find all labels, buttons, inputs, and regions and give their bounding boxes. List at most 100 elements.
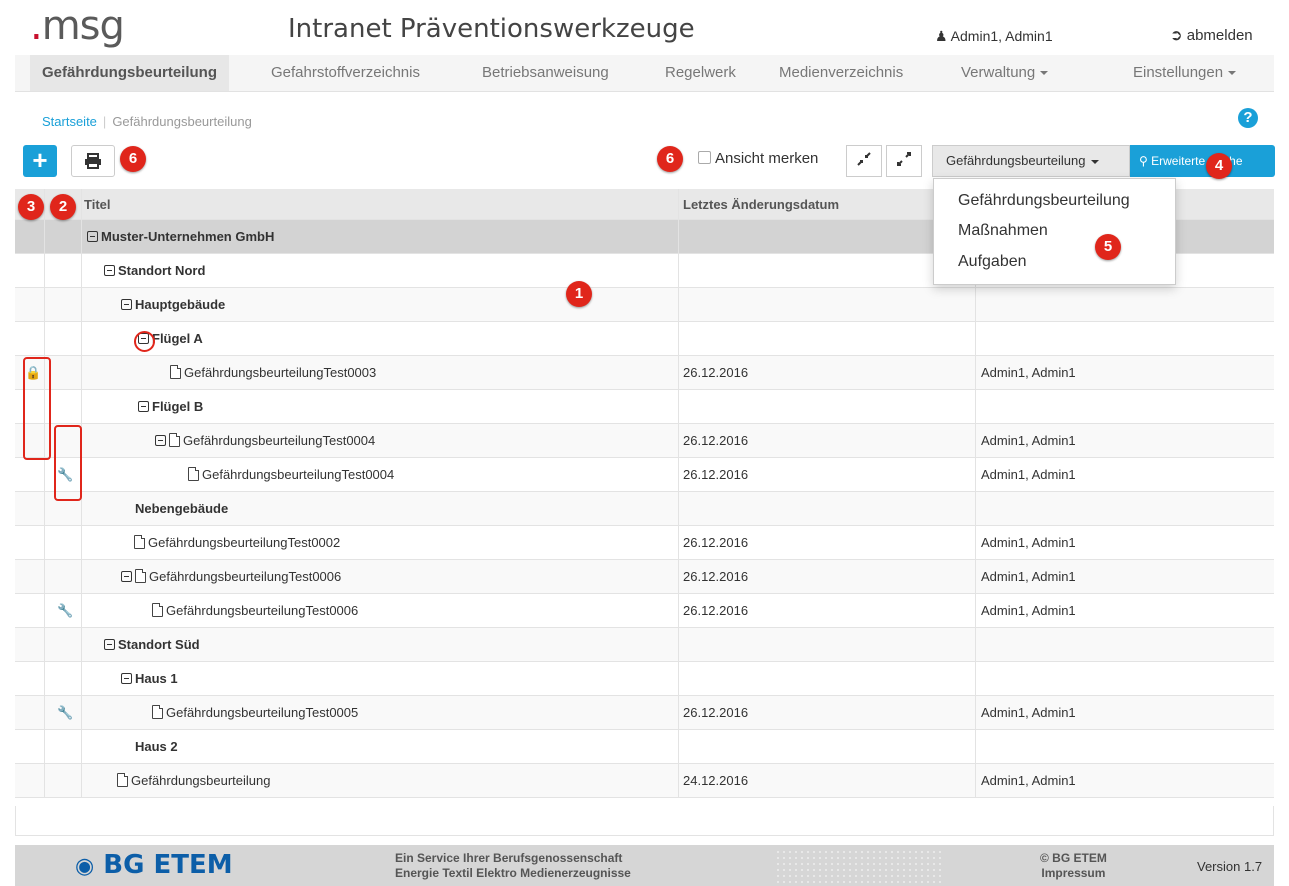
row-author: Admin1, Admin1 xyxy=(981,365,1076,380)
breadcrumb-current: Gefährdungsbeurteilung xyxy=(112,114,252,129)
row-date: 24.12.2016 xyxy=(683,773,749,788)
column-header-title[interactable]: Titel xyxy=(84,197,111,212)
checkbox-icon[interactable] xyxy=(698,151,711,164)
add-button[interactable]: + xyxy=(23,145,57,177)
view-type-dropdown: Gefährdungsbeurteilung Maßnahmen Aufgabe… xyxy=(933,178,1176,285)
collapse-icon[interactable] xyxy=(87,231,98,242)
table-row[interactable]: Gefährdungsbeurteilung 24.12.2016 Admin1… xyxy=(15,764,1274,798)
msg-logo: .msg xyxy=(30,3,125,49)
row-author: Admin1, Admin1 xyxy=(981,535,1076,550)
caret-down-icon xyxy=(1228,71,1237,76)
footer-copyright: © BG ETEM Impressum xyxy=(1040,851,1107,881)
row-date: 26.12.2016 xyxy=(683,467,749,482)
row-author: Admin1, Admin1 xyxy=(981,705,1076,720)
print-icon xyxy=(85,153,101,169)
expand-all-button[interactable] xyxy=(886,145,922,177)
view-type-select[interactable]: Gefährdungsbeurteilung xyxy=(932,145,1130,177)
table-row[interactable]: Haus 1 xyxy=(15,662,1274,696)
row-author: Admin1, Admin1 xyxy=(981,569,1076,584)
table-row[interactable]: 🔒 GefährdungsbeurteilungTest0003 26.12.2… xyxy=(15,356,1274,390)
user-icon: ♟ xyxy=(935,28,951,44)
current-user: ♟ Admin1, Admin1 xyxy=(935,28,1053,44)
footer: ◉ BG ETEM Ein Service Ihrer Berufsgenoss… xyxy=(15,845,1274,886)
file-icon xyxy=(152,603,163,617)
row-author: Admin1, Admin1 xyxy=(981,603,1076,618)
column-header-date[interactable]: Letztes Änderungsdatum xyxy=(683,197,839,212)
nav-verwaltung[interactable]: Verwaltung xyxy=(961,55,1049,91)
table-row[interactable]: 🔧 GefährdungsbeurteilungTest0005 26.12.2… xyxy=(15,696,1274,730)
collapse-icon[interactable] xyxy=(155,435,166,446)
file-icon xyxy=(134,535,145,549)
wrench-icon: 🔧 xyxy=(57,603,74,618)
table-row[interactable]: Hauptgebäude xyxy=(15,288,1274,322)
dropdown-option-gefaehrdungsbeurteilung[interactable]: Gefährdungsbeurteilung xyxy=(958,192,1130,210)
app-title: Intranet Präventionswerkzeuge xyxy=(288,14,695,44)
file-icon xyxy=(170,365,181,379)
collapse-icon[interactable] xyxy=(121,673,132,684)
annotation-ring xyxy=(134,331,155,352)
table-empty-row xyxy=(15,806,1274,836)
expand-icon xyxy=(897,152,911,166)
compress-icon xyxy=(857,152,871,166)
collapse-all-button[interactable] xyxy=(846,145,882,177)
nav-medienverzeichnis[interactable]: Medienverzeichnis xyxy=(779,55,903,91)
nav-betriebsanweisung[interactable]: Betriebsanweisung xyxy=(482,55,609,91)
caret-down-icon xyxy=(1090,159,1099,164)
callout-badge-6: 6 xyxy=(657,146,683,172)
row-date: 26.12.2016 xyxy=(683,365,749,380)
collapse-icon[interactable] xyxy=(121,299,132,310)
advanced-search-button[interactable]: ⚲ Erweiterte Suche xyxy=(1130,145,1275,177)
wrench-icon: 🔧 xyxy=(57,705,74,720)
table-row[interactable]: 🔧 GefährdungsbeurteilungTest0006 26.12.2… xyxy=(15,594,1274,628)
row-author: Admin1, Admin1 xyxy=(981,433,1076,448)
row-date: 26.12.2016 xyxy=(683,603,749,618)
collapse-icon[interactable] xyxy=(104,639,115,650)
row-author: Admin1, Admin1 xyxy=(981,467,1076,482)
row-author: Admin1, Admin1 xyxy=(981,773,1076,788)
table-row[interactable]: Nebengebäude xyxy=(15,492,1274,526)
collapse-icon[interactable] xyxy=(121,571,132,582)
breadcrumb: Startseite | Gefährdungsbeurteilung xyxy=(42,114,252,129)
search-icon: ⚲ xyxy=(1139,154,1152,168)
row-date: 26.12.2016 xyxy=(683,569,749,584)
table-row[interactable]: Flügel A xyxy=(15,322,1274,356)
nav-gefaehrdungsbeurteilung[interactable]: Gefährdungsbeurteilung xyxy=(30,55,230,91)
file-icon xyxy=(117,773,128,787)
nav-einstellungen[interactable]: Einstellungen xyxy=(1133,55,1237,91)
table-row[interactable]: Flügel B xyxy=(15,390,1274,424)
main-nav: Gefährdungsbeurteilung Gefahrstoffverzei… xyxy=(15,55,1274,92)
footer-pattern xyxy=(775,849,945,883)
print-button[interactable] xyxy=(71,145,115,177)
sign-out-icon: ➲ xyxy=(1170,27,1187,44)
nav-regelwerk[interactable]: Regelwerk xyxy=(665,55,736,91)
row-date: 26.12.2016 xyxy=(683,535,749,550)
row-title: Nebengebäude xyxy=(135,501,229,516)
table-row[interactable]: GefährdungsbeurteilungTest0006 26.12.201… xyxy=(15,560,1274,594)
file-icon xyxy=(135,569,146,583)
help-icon[interactable]: ? xyxy=(1238,108,1258,128)
annotation-ring xyxy=(54,425,82,501)
logout-link[interactable]: ➲ abmelden xyxy=(1170,26,1253,44)
dropdown-option-massnahmen[interactable]: Maßnahmen xyxy=(958,222,1048,240)
table-row[interactable]: Standort Süd xyxy=(15,628,1274,662)
collapse-icon[interactable] xyxy=(138,401,149,412)
plus-icon: + xyxy=(32,145,48,175)
row-title: Haus 2 xyxy=(135,739,178,754)
bg-etem-logo: ◉ BG ETEM xyxy=(75,850,233,880)
remember-view-checkbox[interactable]: Ansicht merken xyxy=(698,150,818,167)
nav-gefahrstoffverzeichnis[interactable]: Gefahrstoffverzeichnis xyxy=(271,55,420,91)
table-row[interactable]: GefährdungsbeurteilungTest0002 26.12.201… xyxy=(15,526,1274,560)
callout-badge-5: 5 xyxy=(1095,234,1121,260)
dropdown-option-aufgaben[interactable]: Aufgaben xyxy=(958,253,1027,271)
table-row[interactable]: GefährdungsbeurteilungTest0004 26.12.201… xyxy=(15,424,1274,458)
breadcrumb-home[interactable]: Startseite xyxy=(42,114,97,129)
row-date: 26.12.2016 xyxy=(683,705,749,720)
collapse-icon[interactable] xyxy=(104,265,115,276)
impressum-link[interactable]: Impressum xyxy=(1040,866,1107,881)
caret-down-icon xyxy=(1040,71,1049,76)
file-icon xyxy=(169,433,180,447)
callout-badge-2: 2 xyxy=(50,194,76,220)
file-icon xyxy=(188,467,199,481)
table-row[interactable]: Haus 2 xyxy=(15,730,1274,764)
table-row[interactable]: 🔧 GefährdungsbeurteilungTest0004 26.12.2… xyxy=(15,458,1274,492)
